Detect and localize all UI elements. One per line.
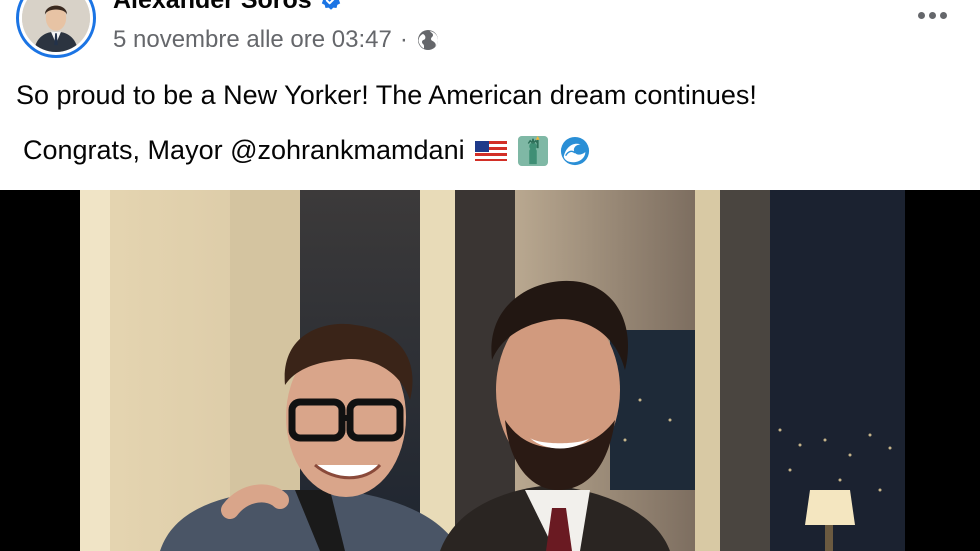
statue-of-liberty-emoji (517, 135, 548, 166)
author-avatar[interactable] (16, 0, 96, 58)
verified-badge-icon (321, 0, 340, 10)
more-options-button[interactable] (906, 0, 958, 30)
avatar-image (22, 0, 90, 52)
post-photo[interactable] (80, 190, 905, 551)
author-name-text[interactable]: Alexander Soros (113, 0, 312, 15)
more-dot (928, 11, 936, 19)
post-timestamp[interactable]: 5 novembre alle ore 03:47 (113, 26, 392, 54)
mention-text[interactable]: Congrats, Mayor @zohrankmamdani (23, 135, 465, 166)
author-name[interactable]: Alexander Soros (113, 0, 342, 15)
post-text-line-1: So proud to be a New Yorker! The America… (16, 80, 757, 110)
post-text-line-2: Congrats, Mayor @zohrankmamdani (23, 135, 591, 166)
globe-icon[interactable] (416, 28, 440, 52)
us-flag-emoji (474, 140, 507, 161)
more-dot (939, 11, 947, 19)
meta-separator: · (399, 26, 408, 53)
more-horizontal-icon (917, 11, 925, 19)
post-photo-container[interactable] (0, 190, 980, 551)
wave-emoji (560, 136, 589, 165)
post-header: Alexander Soros 5 novembre alle ore 03:4… (0, 0, 980, 190)
post-meta: 5 novembre alle ore 03:47 · (113, 26, 440, 54)
